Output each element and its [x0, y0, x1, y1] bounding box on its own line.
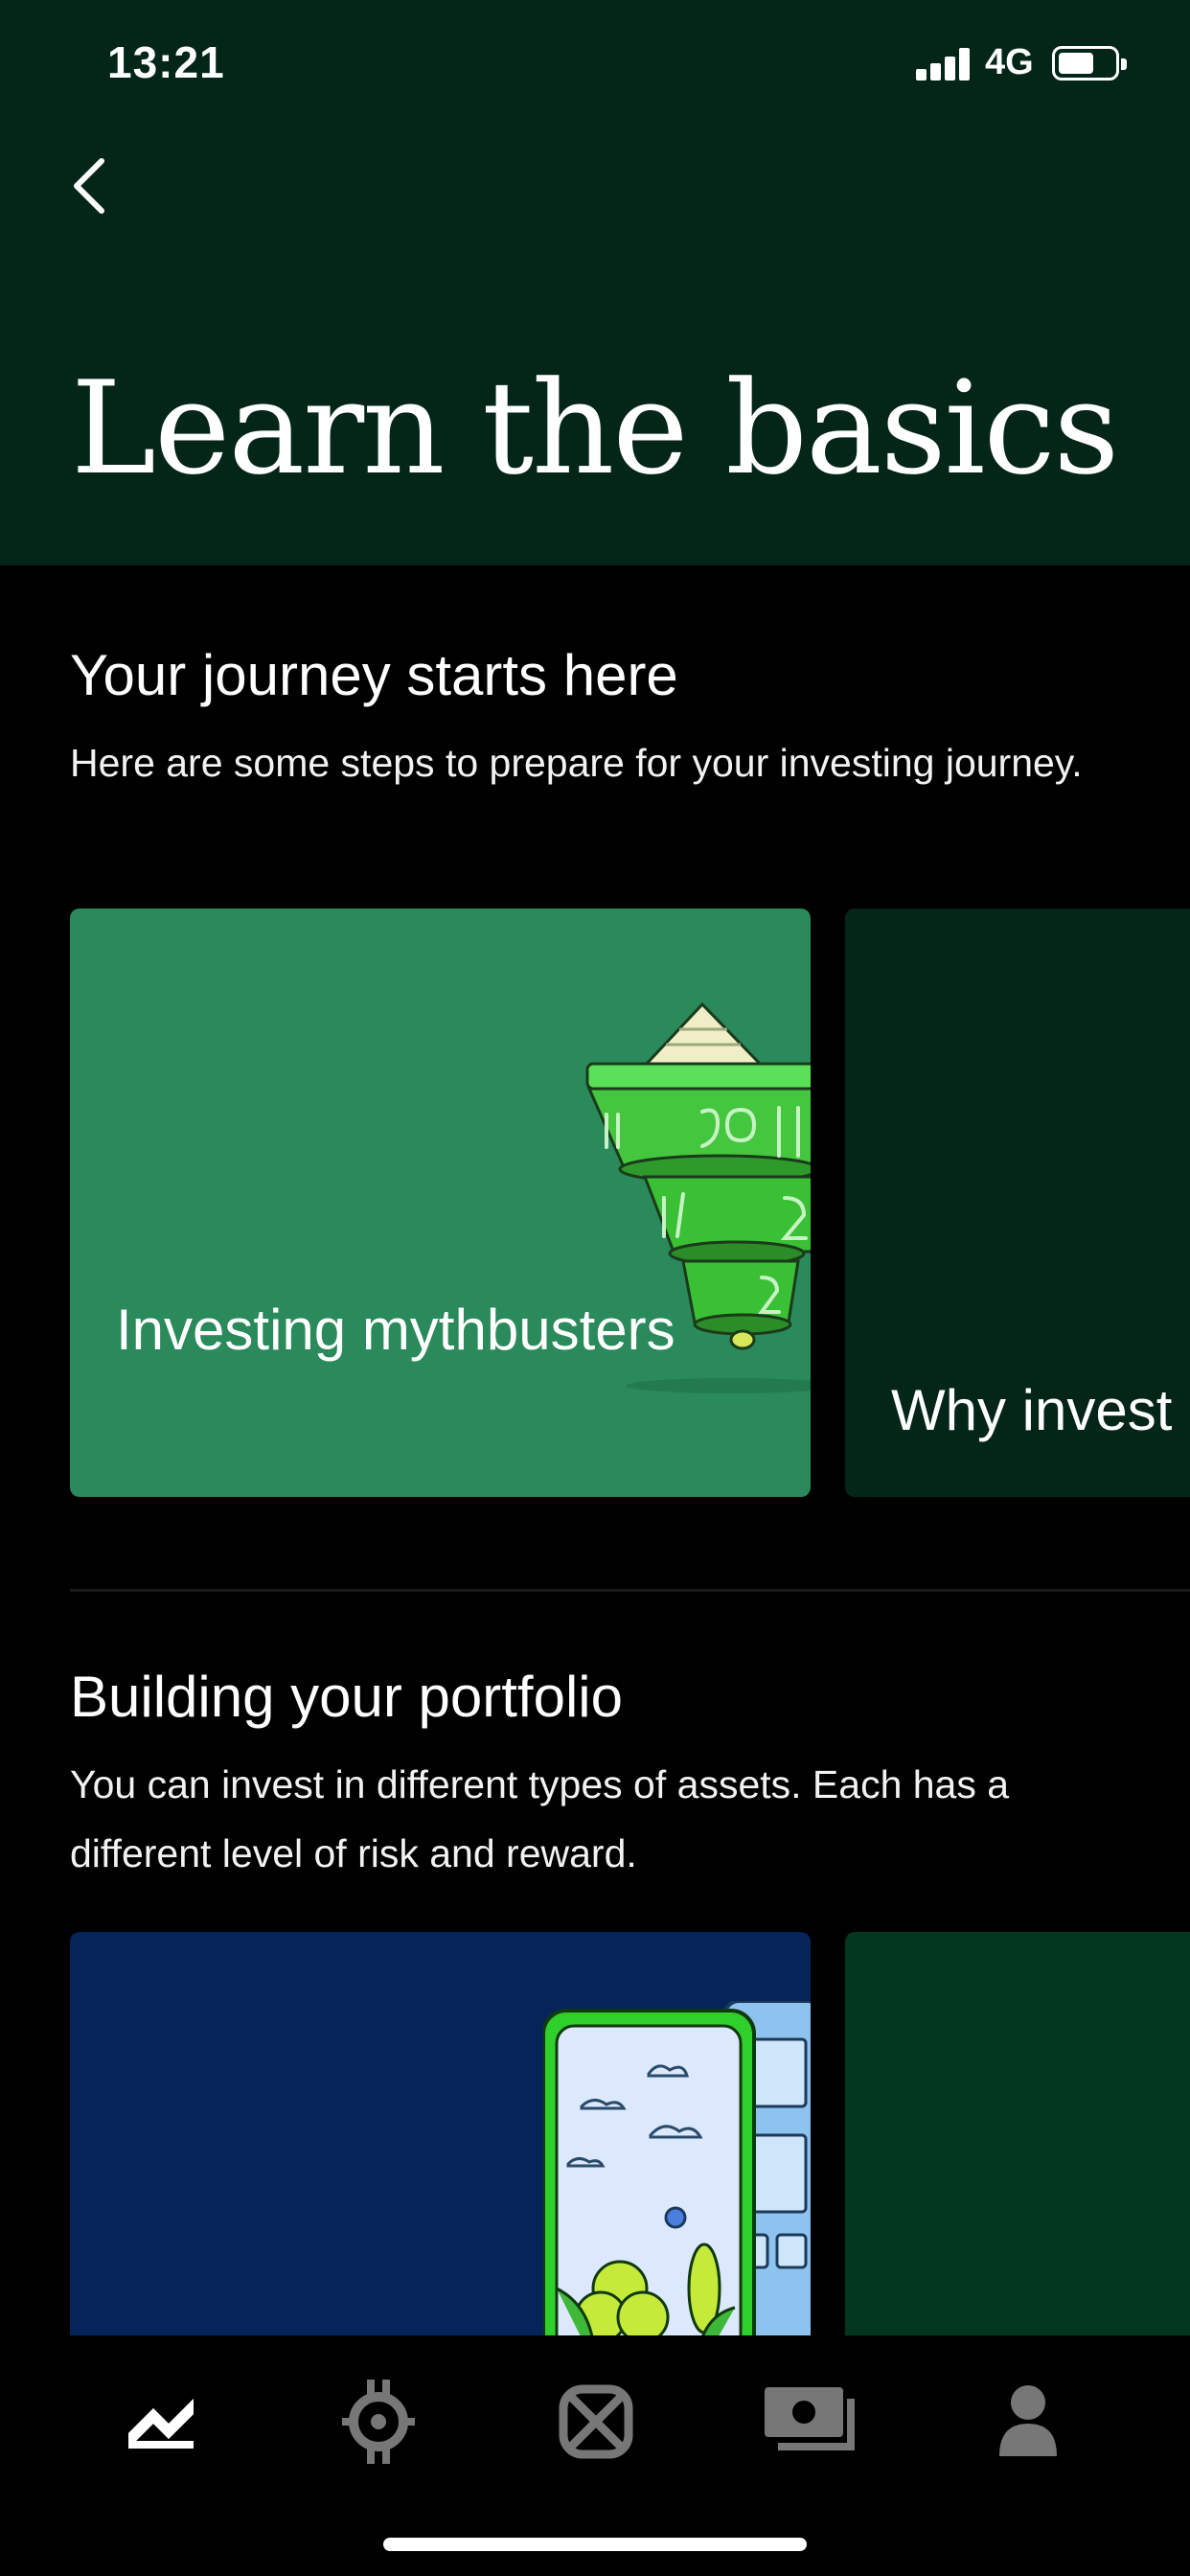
nav-spending[interactable]: [542, 2374, 648, 2470]
status-time: 13:21: [107, 37, 225, 87]
card-portfolio-second[interactable]: [845, 1932, 1190, 2354]
section-divider: [70, 1589, 1190, 1592]
nav-investing[interactable]: [107, 2374, 213, 2470]
header: 13:21 4G Learn the basics: [0, 0, 1190, 565]
network-type: 4G: [985, 42, 1034, 82]
back-button[interactable]: [57, 150, 125, 222]
nav-account[interactable]: [975, 2374, 1081, 2470]
nav-crypto[interactable]: [325, 2374, 430, 2470]
account-icon: [999, 2385, 1057, 2456]
section-title: Building your portfolio: [70, 1665, 624, 1729]
signal-icon: [916, 48, 970, 80]
page-title: Learn the basics: [71, 354, 1119, 503]
card-investing-mythbusters[interactable]: Investing mythbusters: [70, 908, 811, 1497]
investing-chart-icon: [128, 2399, 194, 2449]
phone-landscape-illustration: [543, 2001, 811, 2354]
section-title: Your journey starts here: [70, 643, 678, 707]
battery-icon: [1052, 46, 1127, 80]
spending-icon: [559, 2384, 633, 2459]
chevron-left-icon: [74, 158, 104, 214]
section-description: You can invest in different types of ass…: [70, 1762, 1010, 1875]
card-why-invest[interactable]: Why invest: [845, 908, 1190, 1497]
home-indicator[interactable]: [383, 2538, 807, 2551]
nav-retirement[interactable]: [759, 2374, 864, 2470]
status-bar: 13:21 4G: [0, 0, 1190, 130]
card-portfolio-assets[interactable]: [70, 1932, 811, 2354]
card-label: Why invest: [891, 1378, 1173, 1442]
section-description: Here are some steps to prepare for your …: [70, 741, 1083, 785]
retirement-icon: [765, 2387, 855, 2450]
card-label: Investing mythbusters: [116, 1298, 675, 1362]
crypto-icon: [342, 2380, 415, 2464]
